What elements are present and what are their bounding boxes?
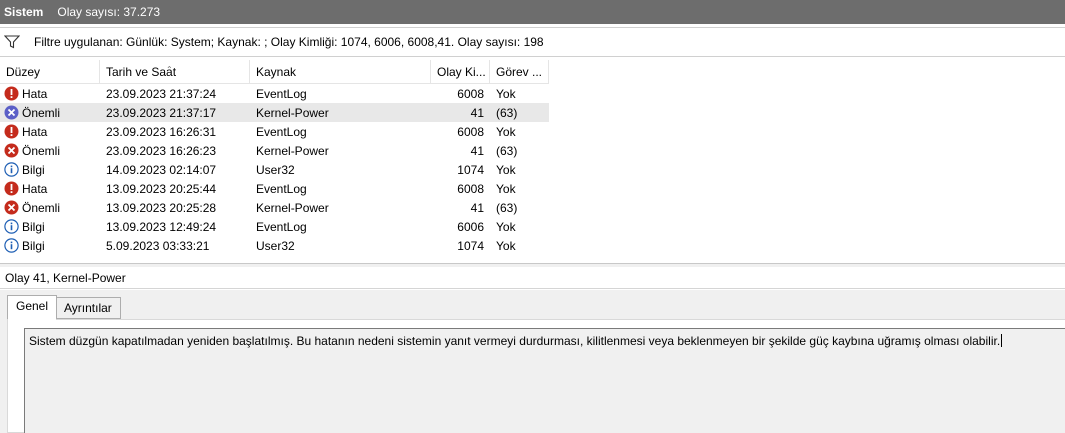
column-header-task[interactable]: Görev ... [490, 60, 549, 84]
table-row[interactable]: Önemli 23.09.2023 16:26:23 Kernel-Power 41 (… [0, 141, 549, 160]
column-header-datetime[interactable]: Tarih ve Saat ⌃ [100, 60, 250, 84]
event-description: Sistem düzgün kapatılmadan yeniden başla… [29, 334, 1001, 348]
cell-level: Hata [0, 181, 100, 196]
cell-task: Yok [496, 238, 516, 253]
event-description-box[interactable]: Sistem düzgün kapatılmadan yeniden başla… [24, 328, 1065, 433]
window-titlebar: Sistem Olay sayısı: 37.273 [0, 0, 1065, 24]
column-header-source[interactable]: Kaynak [250, 60, 431, 84]
cell-level: Hata [0, 124, 100, 139]
filter-description: Filtre uygulanan: Günlük: System; Kaynak… [34, 35, 544, 49]
cell-source: EventLog [256, 86, 307, 101]
general-tab-page: Sistem düzgün kapatılmadan yeniden başla… [7, 319, 1065, 433]
filter-bar: Filtre uygulanan: Günlük: System; Kaynak… [0, 27, 1065, 57]
cell-task: Yok [496, 86, 516, 101]
table-row[interactable]: Önemli 23.09.2023 21:37:17 Kernel-Power 41 (… [0, 103, 549, 122]
cell-level: Önemli [0, 143, 100, 158]
event-detail-tabs: Genel Ayrıntılar Sistem düzgün kapatılma… [0, 290, 1065, 433]
cell-datetime: 23.09.2023 16:26:31 [106, 124, 217, 139]
cell-level: Hata [0, 86, 100, 101]
cell-task: Yok [496, 219, 516, 234]
tab-general[interactable]: Genel [7, 295, 58, 320]
window-title: Sistem [4, 5, 44, 19]
cell-source: Kernel-Power [256, 143, 329, 158]
cell-datetime: 13.09.2023 12:49:24 [106, 219, 217, 234]
level-label: Hata [22, 181, 48, 196]
text-cursor [1001, 334, 1003, 347]
cell-level: Önemli [0, 105, 100, 120]
table-row[interactable]: Bilgi 5.09.2023 03:33:21 User32 1074 Yok [0, 236, 549, 255]
cell-source: EventLog [256, 181, 307, 196]
critical-icon [4, 105, 19, 120]
level-label: Bilgi [22, 162, 45, 177]
cell-datetime: 5.09.2023 03:33:21 [106, 238, 210, 253]
cell-event-id: 41 [470, 105, 484, 120]
tab-details[interactable]: Ayrıntılar [55, 297, 121, 319]
info-icon [4, 238, 19, 253]
table-row[interactable]: Bilgi 13.09.2023 12:49:24 EventLog 6006 Yok [0, 217, 549, 236]
sort-ascending-icon: ⌃ [166, 65, 173, 74]
level-label: Önemli [22, 143, 61, 158]
cell-source: EventLog [256, 124, 307, 139]
error-icon [4, 181, 19, 196]
level-label: Bilgi [22, 219, 45, 234]
event-detail-title: Olay 41, Kernel-Power [0, 267, 1065, 289]
cell-source: Kernel-Power [256, 105, 329, 120]
level-label: Hata [22, 86, 48, 101]
cell-task: Yok [496, 124, 516, 139]
cell-task: Yok [496, 162, 516, 177]
error-icon [4, 124, 19, 139]
critical-icon [4, 143, 19, 158]
cell-event-id: 6008 [457, 181, 484, 196]
cell-datetime: 23.09.2023 16:26:23 [106, 143, 217, 158]
event-rows: Hata 23.09.2023 21:37:24 EventLog 6008 Yok Ön… [0, 84, 549, 255]
cell-source: EventLog [256, 219, 307, 234]
grid-header: Düzey Tarih ve Saat ⌃ Kaynak Olay Ki... … [0, 60, 549, 84]
level-label: Bilgi [22, 238, 45, 253]
error-icon [4, 86, 19, 101]
filter-icon [3, 35, 21, 49]
cell-source: User32 [256, 238, 295, 253]
table-row[interactable]: Önemli 13.09.2023 20:25:28 Kernel-Power 41 (… [0, 198, 549, 217]
cell-event-id: 6006 [457, 219, 484, 234]
cell-event-id: 6008 [457, 124, 484, 139]
cell-level: Önemli [0, 200, 100, 215]
cell-datetime: 14.09.2023 02:14:07 [106, 162, 217, 177]
level-label: Önemli [22, 105, 61, 120]
cell-datetime: 13.09.2023 20:25:28 [106, 200, 217, 215]
table-row[interactable]: Hata 13.09.2023 20:25:44 EventLog 6008 Yok [0, 179, 549, 198]
column-header-event-id[interactable]: Olay Ki... [431, 60, 490, 84]
info-icon [4, 219, 19, 234]
info-icon [4, 162, 19, 177]
cell-level: Bilgi [0, 238, 100, 253]
critical-icon [4, 200, 19, 215]
cell-event-id: 41 [470, 200, 484, 215]
cell-source: Kernel-Power [256, 200, 329, 215]
cell-source: User32 [256, 162, 295, 177]
table-row[interactable]: Hata 23.09.2023 16:26:31 EventLog 6008 Yok [0, 122, 549, 141]
cell-event-id: 1074 [457, 162, 484, 177]
cell-task: (63) [496, 143, 518, 158]
cell-event-id: 6008 [457, 86, 484, 101]
cell-level: Bilgi [0, 219, 100, 234]
table-row[interactable]: Bilgi 14.09.2023 02:14:07 User32 1074 Yok [0, 160, 549, 179]
event-grid[interactable]: Düzey Tarih ve Saat ⌃ Kaynak Olay Ki... … [0, 60, 1065, 260]
cell-task: (63) [496, 105, 518, 120]
cell-task: (63) [496, 200, 518, 215]
table-row[interactable]: Hata 23.09.2023 21:37:24 EventLog 6008 Yok [0, 84, 549, 103]
level-label: Hata [22, 124, 48, 139]
cell-event-id: 41 [470, 143, 484, 158]
cell-level: Bilgi [0, 162, 100, 177]
cell-event-id: 1074 [457, 238, 484, 253]
cell-datetime: 23.09.2023 21:37:24 [106, 86, 217, 101]
cell-datetime: 13.09.2023 20:25:44 [106, 181, 217, 196]
cell-task: Yok [496, 181, 516, 196]
cell-datetime: 23.09.2023 21:37:17 [106, 105, 217, 120]
column-header-level[interactable]: Düzey [0, 60, 100, 84]
level-label: Önemli [22, 200, 61, 215]
event-count: Olay sayısı: 37.273 [57, 5, 161, 19]
